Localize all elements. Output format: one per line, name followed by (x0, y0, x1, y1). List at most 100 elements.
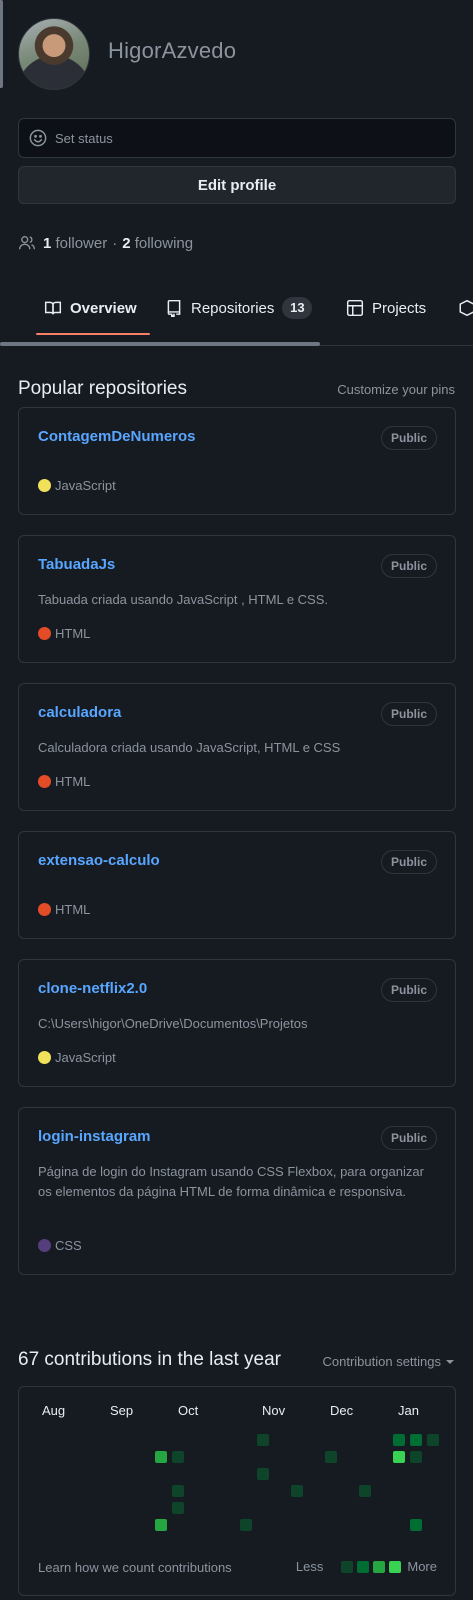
set-status-label: Set status (55, 130, 113, 146)
contribution-day[interactable] (410, 1519, 422, 1531)
repo-icon (165, 299, 183, 317)
repo-language: HTML (38, 902, 90, 917)
contribution-day[interactable] (410, 1451, 422, 1463)
visibility-badge: Public (380, 1126, 437, 1150)
repo-name-link[interactable]: ContagemDeNumeros (38, 428, 196, 445)
contribution-day[interactable] (291, 1485, 303, 1497)
tab-repositories[interactable]: Repositories 13 (165, 282, 313, 334)
month-label: Nov (262, 1403, 286, 1418)
tab-projects[interactable]: Projects (346, 282, 426, 334)
window-edge-marker (0, 0, 3, 88)
contribution-day[interactable] (240, 1519, 252, 1531)
language-label: HTML (55, 774, 91, 789)
repo-name-link[interactable]: clone-netflix2.0 (38, 980, 147, 997)
repo-description: Tabuada criada usando JavaScript , HTML … (38, 592, 328, 607)
contribution-day[interactable] (172, 1502, 184, 1514)
customize-pins-link[interactable]: Customize your pins (337, 382, 455, 397)
contribution-day[interactable] (257, 1468, 269, 1480)
follow-stats: 1 follower · 2 following (18, 234, 193, 252)
language-color-dot (38, 775, 51, 788)
followers-count: 1 (43, 234, 52, 252)
language-color-dot (38, 479, 51, 492)
contribution-day[interactable] (172, 1485, 184, 1497)
repo-name-link[interactable]: login-instagram (38, 1128, 151, 1145)
repo-card: login-instagram Public Página de login d… (18, 1107, 456, 1275)
profile-tabs: Overview Repositories 13 Projects (0, 282, 473, 340)
visibility-badge: Public (380, 554, 437, 578)
tab-projects-label: Projects (372, 299, 427, 317)
language-color-dot (38, 903, 51, 916)
repo-description: Calculadora criada usando JavaScript, HT… (38, 740, 341, 755)
book-icon (44, 299, 62, 317)
tab-packages-partial[interactable] (458, 282, 473, 334)
set-status-button[interactable]: Set status (18, 118, 456, 158)
tab-overview-label: Overview (70, 299, 137, 317)
tab-overview[interactable]: Overview (44, 282, 137, 334)
contributions-title: 67 contributions in the last year (18, 1349, 281, 1370)
repo-language: HTML (38, 774, 90, 789)
repo-language: CSS (38, 1238, 82, 1253)
visibility-badge: Public (380, 702, 437, 726)
visibility-badge: Public (380, 978, 437, 1002)
repo-card: ContagemDeNumeros Public JavaScript (18, 407, 456, 515)
contribution-day[interactable] (155, 1451, 167, 1463)
repo-card: TabuadaJs Public Tabuada criada usando J… (18, 535, 456, 663)
language-color-dot (38, 1239, 51, 1252)
contribution-day[interactable] (155, 1519, 167, 1531)
language-label: HTML (55, 902, 91, 917)
legend-less: Less (295, 1559, 324, 1574)
repo-description: Página de login do Instagram usando CSS … (38, 1164, 424, 1199)
legend-swatch (357, 1560, 370, 1573)
smiley-icon (29, 129, 47, 147)
repo-description: C:\Users\higor\OneDrive\Documentos\Proje… (38, 1016, 308, 1031)
profile-username: HigorAzvedo (108, 38, 237, 63)
avatar[interactable] (18, 18, 90, 90)
month-label: Jan (398, 1403, 419, 1418)
contribution-day[interactable] (172, 1451, 184, 1463)
contribution-day[interactable] (393, 1434, 405, 1446)
visibility-badge: Public (380, 426, 437, 450)
repo-name-link[interactable]: extensao-calculo (38, 852, 160, 869)
people-icon (18, 234, 36, 252)
language-label: CSS (55, 1238, 82, 1253)
contribution-day[interactable] (359, 1485, 371, 1497)
contribution-settings-label: Contribution settings (322, 1354, 441, 1369)
month-label: Sep (110, 1403, 134, 1418)
contribution-day[interactable] (325, 1451, 337, 1463)
followers-link[interactable]: 1 follower (43, 235, 107, 252)
language-color-dot (38, 627, 51, 640)
contribution-legend: Less More (296, 1559, 437, 1574)
repo-language: JavaScript (38, 478, 116, 493)
contribution-day[interactable] (410, 1434, 422, 1446)
following-label: following (134, 234, 194, 252)
learn-contributions-link[interactable]: Learn how we count contributions (38, 1560, 232, 1575)
table-icon (346, 299, 364, 317)
followers-label: follower (55, 234, 108, 252)
tabs-scrollbar[interactable] (0, 342, 320, 346)
popular-repos-title: Popular repositories (18, 378, 187, 399)
edit-profile-button[interactable]: Edit profile (18, 166, 456, 204)
active-tab-indicator (36, 333, 150, 335)
legend-swatch (373, 1560, 386, 1573)
contribution-day[interactable] (427, 1434, 439, 1446)
repo-name-link[interactable]: calculadora (38, 704, 121, 721)
contribution-day[interactable] (257, 1434, 269, 1446)
language-color-dot (38, 1051, 51, 1064)
repo-card: calculadora Public Calculadora criada us… (18, 683, 456, 811)
contribution-settings-dropdown[interactable]: Contribution settings (322, 1354, 455, 1369)
package-icon (458, 299, 473, 317)
legend-more: More (407, 1559, 437, 1574)
language-label: JavaScript (55, 1050, 116, 1065)
contribution-day[interactable] (393, 1451, 405, 1463)
follow-separator: · (112, 234, 118, 252)
repo-name-link[interactable]: TabuadaJs (38, 556, 115, 573)
repo-card: clone-netflix2.0 Public C:\Users\higor\O… (18, 959, 456, 1087)
caret-down-icon (445, 1357, 455, 1367)
repo-language: HTML (38, 626, 90, 641)
language-label: HTML (55, 626, 91, 641)
repo-language: JavaScript (38, 1050, 116, 1065)
following-link[interactable]: 2 following (122, 235, 193, 252)
visibility-badge: Public (380, 850, 437, 874)
language-label: JavaScript (55, 478, 116, 493)
month-label: Dec (330, 1403, 354, 1418)
